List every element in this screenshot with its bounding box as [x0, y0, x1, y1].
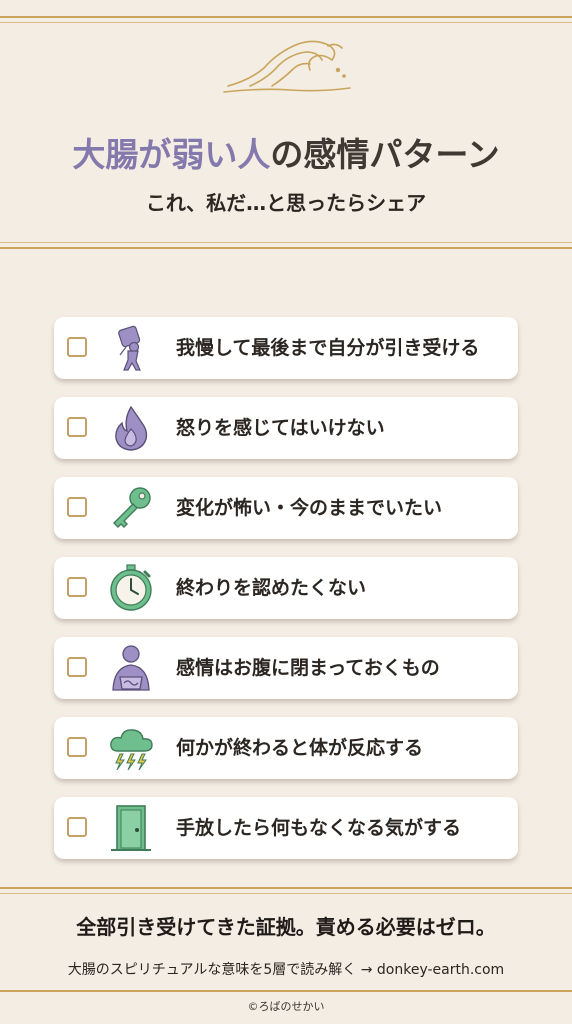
checklist-item[interactable]: 我慢して最後まで自分が引き受ける	[54, 317, 518, 379]
stopwatch-icon	[110, 564, 152, 611]
checkbox[interactable]	[67, 497, 87, 517]
page-subtitle: これ、私だ…と思ったらシェア	[145, 191, 427, 215]
footer-divider-thin	[0, 893, 572, 894]
wave-ornament-icon	[223, 40, 351, 93]
checklist-item-label: 怒りを感じてはいけない	[176, 417, 385, 439]
checklist-item-label: 終わりを認めたくない	[176, 577, 367, 599]
title-accent: 大腸が弱い人	[72, 135, 271, 174]
top-border-line	[0, 16, 572, 18]
door-icon	[111, 805, 151, 851]
person-carrying-heavy-load-icon	[118, 325, 141, 371]
header-divider-thin	[0, 242, 572, 243]
bottom-border-line	[0, 990, 572, 992]
checklist-item-label: 我慢して最後まで自分が引き受ける	[176, 337, 480, 359]
checklist-item[interactable]: 手放したら何もなくなる気がする	[54, 797, 518, 859]
checklist-item[interactable]: 終わりを認めたくない	[54, 557, 518, 619]
checklist-item-label: 感情はお腹に閉まっておくもの	[176, 657, 440, 679]
credit-text: ©ろばのせかい	[247, 1000, 325, 1013]
title-rest: の感情パターン	[270, 135, 500, 174]
checklist-item-label: 何かが終わると体が反応する	[176, 737, 424, 759]
checkbox[interactable]	[67, 577, 87, 597]
footer-message: 全部引き受けてきた証拠。責める必要はゼロ。	[76, 915, 496, 939]
top-border-line-thin	[0, 22, 572, 23]
key-icon	[113, 487, 151, 528]
checklist-item[interactable]: 怒りを感じてはいけない	[54, 397, 518, 459]
checklist-item[interactable]: 何かが終わると体が反応する	[54, 717, 518, 779]
checkbox[interactable]	[67, 657, 87, 677]
checklist-item-label: 変化が怖い・今のままでいたい	[176, 497, 443, 519]
flame-icon	[115, 405, 148, 451]
checkbox[interactable]	[67, 417, 87, 437]
checkbox[interactable]	[67, 817, 87, 837]
footer-divider	[0, 887, 572, 889]
checklist-item[interactable]: 変化が怖い・今のままでいたい	[54, 477, 518, 539]
checklist-item[interactable]: 感情はお腹に閉まっておくもの	[54, 637, 518, 699]
header-divider	[0, 247, 572, 249]
checklist-item-label: 手放したら何もなくなる気がする	[176, 817, 462, 839]
thunder-cloud-icon	[110, 729, 153, 771]
checkbox[interactable]	[67, 337, 87, 357]
page-title: 大腸が弱い人の感情パターン	[0, 128, 572, 176]
checkbox[interactable]	[67, 737, 87, 757]
footer-link-text[interactable]: 大腸のスピリチュアルな意味を5層で読み解く → donkey-earth.com	[0, 959, 572, 979]
person-holding-belly-icon	[112, 645, 150, 691]
